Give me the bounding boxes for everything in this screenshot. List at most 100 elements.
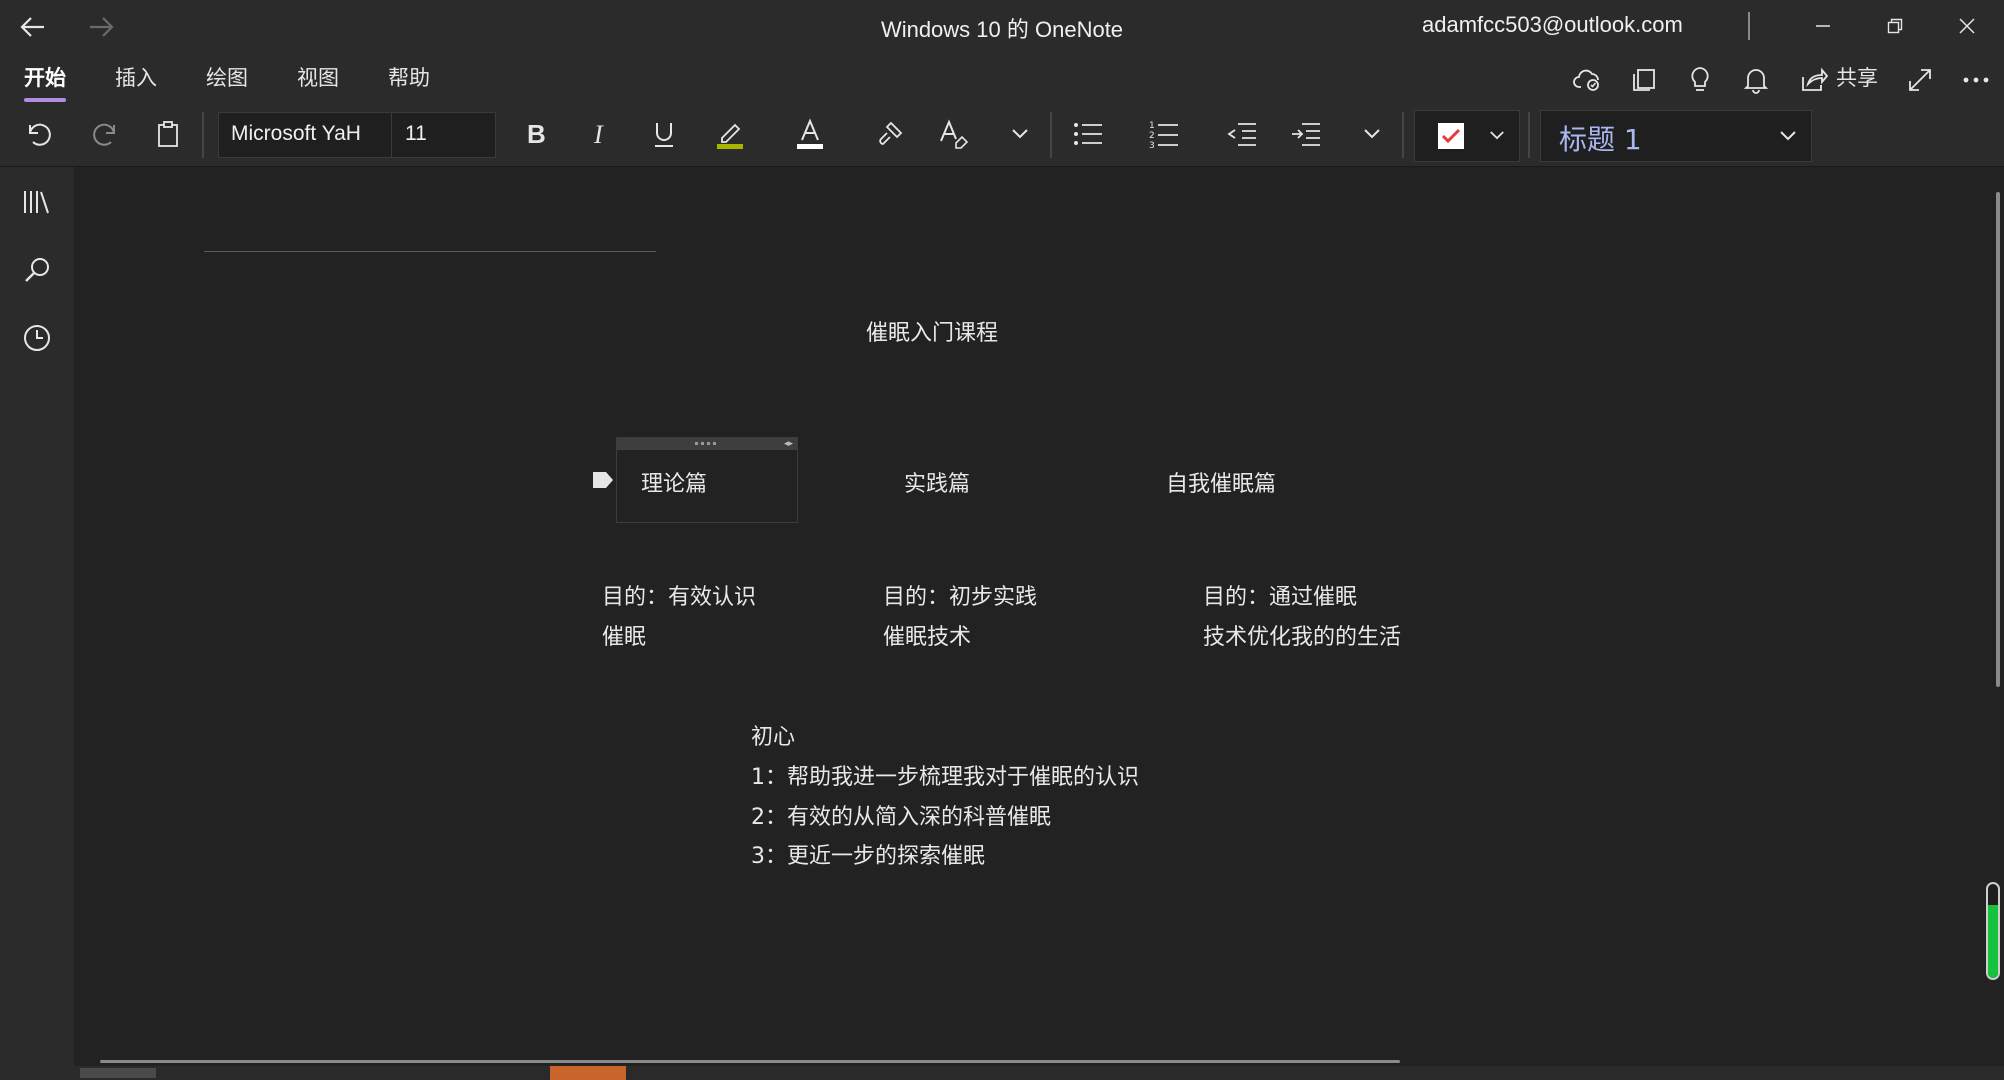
paragraph-handle-icon[interactable] xyxy=(592,471,614,489)
format-more-dropdown[interactable] xyxy=(1000,110,1040,158)
tab-insert[interactable]: 插入 xyxy=(115,62,157,98)
pages-icon xyxy=(1633,69,1655,91)
window-title: Windows 10 的 OneNote xyxy=(880,17,1124,42)
fullscreen-button[interactable] xyxy=(1898,60,1942,100)
left-sidebar xyxy=(0,167,74,1080)
notebook-button[interactable] xyxy=(1622,60,1666,100)
sync-status-button[interactable] xyxy=(1566,60,1610,100)
bullets-button[interactable] xyxy=(1064,110,1112,158)
theory-purpose-line1[interactable]: 目的：有效认识 xyxy=(602,579,756,611)
tab-home[interactable]: 开始 xyxy=(24,62,66,102)
font-name-value[interactable]: Microsoft YaH xyxy=(231,122,361,146)
tab-view[interactable]: 视图 xyxy=(297,62,339,98)
chevron-down-icon xyxy=(1364,129,1380,139)
bold-button[interactable]: B xyxy=(514,110,558,158)
scroll-segment[interactable] xyxy=(80,1068,156,1078)
style-picker[interactable]: 标题 1 xyxy=(1540,110,1812,162)
numbered-list-icon: 123 xyxy=(1149,121,1178,149)
paragraph-more-dropdown[interactable] xyxy=(1352,110,1392,158)
recent-notes-button[interactable] xyxy=(12,313,62,363)
ribbon-divider xyxy=(202,112,204,158)
level-indicator-fill xyxy=(1988,904,1998,978)
svg-text:I: I xyxy=(593,121,604,147)
page-canvas[interactable]: 催眠入门课程 ◂▸ 理论篇 实践篇 自我催眠篇 目的：有效认识 催眠 目的：初步… xyxy=(74,167,2004,1067)
restore-icon xyxy=(1887,18,1903,34)
increase-indent-button[interactable] xyxy=(1282,110,1330,158)
share-button[interactable] xyxy=(1792,60,1836,100)
tab-draw[interactable]: 绘图 xyxy=(206,62,248,98)
bold-icon: B xyxy=(527,121,546,147)
forward-button[interactable] xyxy=(76,8,126,46)
undo-icon xyxy=(29,123,51,146)
self-purpose-line2[interactable]: 技术优化我的的生活 xyxy=(1203,619,1401,651)
notifications-button[interactable] xyxy=(1734,60,1778,100)
font-size-value[interactable]: 11 xyxy=(405,122,427,146)
svg-text:3: 3 xyxy=(1149,141,1155,149)
decrease-indent-button[interactable] xyxy=(1218,110,1266,158)
intent-item[interactable]: 2：有效的从简入深的科普催眠 xyxy=(751,799,1051,831)
clock-icon xyxy=(24,325,50,351)
chevron-down-icon xyxy=(1780,131,1796,141)
italic-button[interactable]: I xyxy=(578,110,622,158)
account-email[interactable]: adamfcc503@outlook.com xyxy=(1422,12,1683,38)
more-options-button[interactable] xyxy=(1954,60,1998,100)
search-button[interactable] xyxy=(12,245,62,295)
share-icon xyxy=(1802,67,1828,91)
vertical-scrollbar[interactable] xyxy=(1996,192,2000,687)
drag-dots xyxy=(695,442,719,445)
tell-me-button[interactable] xyxy=(1678,60,1722,100)
underline-button[interactable] xyxy=(642,110,686,158)
todo-tag-picker[interactable] xyxy=(1414,110,1520,162)
underline-icon xyxy=(655,123,673,147)
minimize-button[interactable] xyxy=(1794,6,1852,46)
ribbon-divider xyxy=(1050,112,1052,158)
minimize-icon xyxy=(1816,25,1830,27)
font-color-button[interactable] xyxy=(786,110,834,158)
tab-help[interactable]: 帮助 xyxy=(388,62,430,98)
intent-heading[interactable]: 初心 xyxy=(751,719,795,751)
svg-text:2: 2 xyxy=(1149,131,1155,141)
indent-icon xyxy=(1292,123,1320,146)
paintbrush-icon xyxy=(879,121,903,145)
style-name-value[interactable]: 标题 1 xyxy=(1559,118,1642,158)
self-purpose-line1[interactable]: 目的：通过催眠 xyxy=(1203,579,1357,611)
arrow-right-icon xyxy=(90,17,114,37)
practice-purpose-line2[interactable]: 催眠技术 xyxy=(883,619,971,651)
highlighter-icon xyxy=(717,123,743,149)
horizontal-scrollbar[interactable] xyxy=(100,1060,1400,1063)
back-button[interactable] xyxy=(8,8,58,46)
redo-button[interactable] xyxy=(82,110,126,158)
library-icon xyxy=(24,191,49,214)
share-label[interactable]: 共享 xyxy=(1836,62,1878,92)
highlight-button[interactable] xyxy=(706,110,754,158)
svg-text:1: 1 xyxy=(1149,121,1155,131)
intent-item[interactable]: 3：更近一步的探索催眠 xyxy=(751,838,985,870)
practice-purpose-line1[interactable]: 目的：初步实践 xyxy=(883,579,1037,611)
page-title-underline xyxy=(204,251,656,252)
restore-button[interactable] xyxy=(1866,6,1924,46)
cloud-sync-icon xyxy=(1573,69,1599,91)
container-drag-handle[interactable]: ◂▸ xyxy=(617,438,797,450)
column-heading-practice[interactable]: 实践篇 xyxy=(904,466,970,498)
notebooks-button[interactable] xyxy=(12,177,62,227)
resize-arrows-icon[interactable]: ◂▸ xyxy=(784,439,793,449)
undo-button[interactable] xyxy=(18,110,62,158)
close-button[interactable] xyxy=(1938,6,1996,46)
scroll-segment-active[interactable] xyxy=(550,1066,626,1080)
column-heading-self-hypnosis[interactable]: 自我催眠篇 xyxy=(1166,466,1276,498)
format-painter-button[interactable] xyxy=(868,110,916,158)
theory-purpose-line2[interactable]: 催眠 xyxy=(602,619,646,651)
level-indicator xyxy=(1986,882,2000,980)
page-title[interactable]: 催眠入门课程 xyxy=(866,315,998,347)
more-icon xyxy=(1963,77,1989,83)
ribbon-divider xyxy=(1528,112,1530,158)
font-divider xyxy=(391,113,392,157)
paste-button[interactable] xyxy=(146,110,190,158)
clear-formatting-button[interactable] xyxy=(930,110,978,158)
numbering-button[interactable]: 123 xyxy=(1140,110,1188,158)
column-heading-theory[interactable]: 理论篇 xyxy=(641,466,707,498)
checkbox-tag-icon xyxy=(1438,123,1464,149)
bottom-status-strip xyxy=(74,1066,2004,1080)
intent-item[interactable]: 1：帮助我进一步梳理我对于催眠的认识 xyxy=(751,759,1139,791)
font-picker[interactable]: Microsoft YaH 11 xyxy=(218,112,496,158)
